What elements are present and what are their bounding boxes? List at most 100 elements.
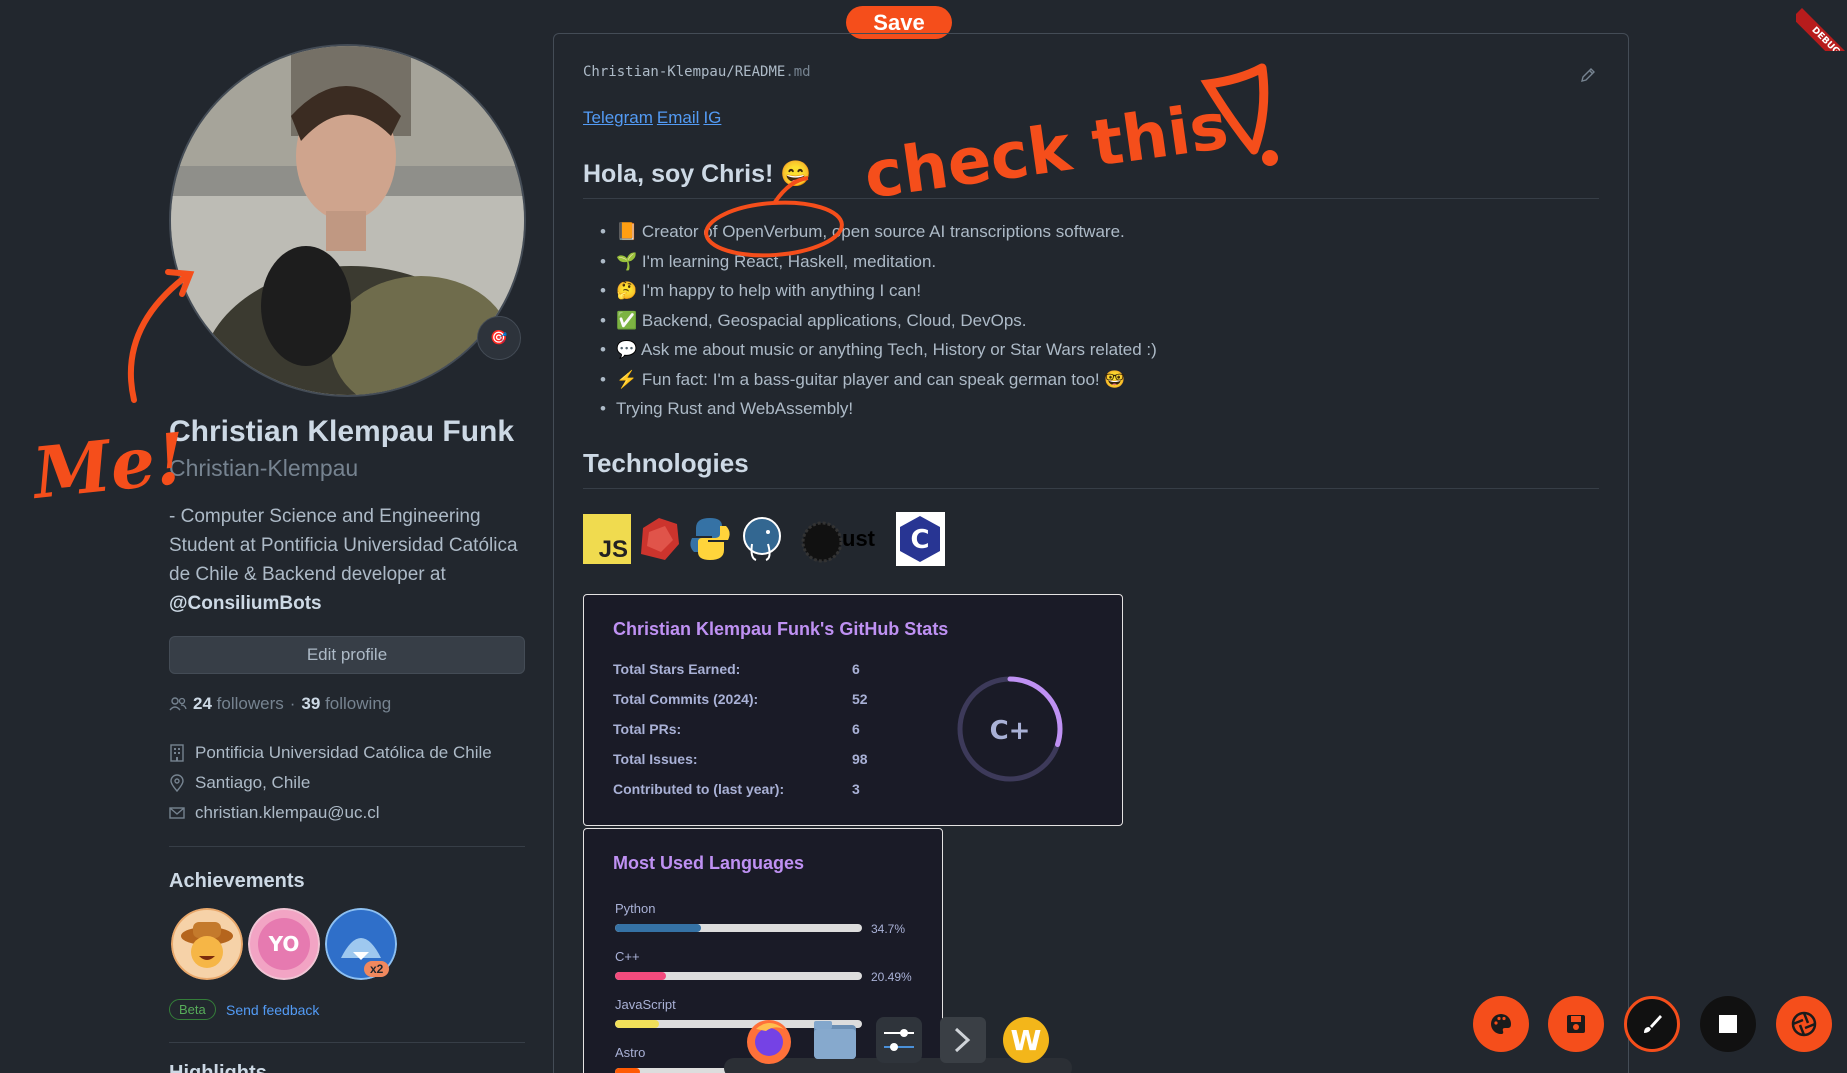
divider	[169, 846, 525, 847]
pencil-icon[interactable]	[1580, 67, 1596, 83]
language-name: JavaScript	[615, 997, 676, 1012]
language-bar	[615, 924, 862, 932]
heading-divider	[583, 198, 1599, 199]
location-text: Santiago, Chile	[195, 773, 311, 792]
language-bar-fill	[615, 1068, 640, 1073]
beta-badge: Beta	[169, 999, 216, 1020]
language-percent: 20.49%	[871, 970, 912, 984]
target-icon: 🎯	[490, 330, 508, 346]
people-icon	[169, 697, 187, 711]
language-bar	[615, 972, 862, 980]
status-badge[interactable]: 🎯	[477, 316, 521, 360]
save-icon	[1567, 1015, 1585, 1033]
list-item: 💬 Ask me about music or anything Tech, H…	[600, 337, 1157, 367]
github-stats-card: Christian Klempau Funk's GitHub Stats To…	[583, 594, 1123, 826]
stat-label: Total Stars Earned:	[613, 661, 741, 677]
languages-title: Most Used Languages	[613, 853, 805, 873]
readme-owner-link[interactable]: Christian-Klempau	[583, 64, 726, 80]
language-name: Astro	[615, 1045, 646, 1060]
email-link[interactable]: christian.klempau@uc.cl	[195, 803, 380, 823]
list-item: 📙 Creator of OpenVerbum, open source AI …	[600, 219, 1157, 249]
w-app-icon[interactable]: W	[1001, 1015, 1051, 1065]
stat-label: Total Commits (2024):	[613, 691, 759, 707]
profile-username: Christian-Klempau	[169, 455, 359, 481]
rust-logo-icon[interactable]: ust	[800, 514, 882, 564]
ruby-logo-icon[interactable]	[635, 514, 683, 564]
stat-value: 6	[852, 661, 860, 677]
email-row: christian.klempau@uc.cl	[169, 803, 380, 823]
profile-bio: - Computer Science and Engineering Stude…	[169, 502, 527, 618]
brush-button[interactable]	[1624, 996, 1680, 1052]
stop-icon	[1719, 1015, 1737, 1033]
achievement-multiplier: x2	[364, 961, 390, 977]
list-item: Trying Rust and WebAssembly!	[600, 396, 1157, 426]
debug-ribbon: DEBUG	[1796, 0, 1847, 51]
list-item: 🤔 I'm happy to help with anything I can!	[600, 278, 1157, 308]
grade-text: C+	[990, 716, 1031, 746]
organization-text: Pontificia Universidad Católica de Chile	[195, 743, 492, 762]
firefox-icon[interactable]	[744, 1015, 794, 1065]
telegram-link[interactable]: Telegram	[583, 108, 653, 127]
avatar[interactable]	[169, 44, 526, 397]
stop-button[interactable]	[1700, 996, 1756, 1052]
readme-path: Christian-Klempau/README.md	[583, 64, 811, 80]
stat-value: 98	[852, 751, 868, 767]
svg-text:C: C	[910, 525, 929, 555]
follow-counts: 24 followers · 39 following	[169, 694, 391, 714]
language-name: Python	[615, 901, 656, 916]
grade-ring: C+	[957, 676, 1063, 782]
building-icon	[170, 744, 184, 762]
readme-bullet-list: 📙 Creator of OpenVerbum, open source AI …	[600, 219, 1157, 426]
send-feedback-link[interactable]: Send feedback	[226, 1002, 319, 1018]
language-name: C++	[615, 949, 640, 964]
stats-title: Christian Klempau Funk's GitHub Stats	[613, 619, 949, 639]
highlights-title: Highlights	[169, 1062, 267, 1073]
following-link[interactable]: 39 following	[301, 694, 391, 714]
achievement-yolo-icon[interactable]: YO	[248, 908, 320, 980]
edit-profile-button[interactable]: Edit profile	[169, 636, 525, 674]
annotation-me-text: Me!	[27, 416, 190, 515]
c-logo-icon[interactable]: C	[896, 512, 945, 566]
stat-label: Total Issues:	[613, 751, 698, 767]
list-item: 🌱 I'm learning React, Haskell, meditatio…	[600, 249, 1157, 279]
javascript-logo-icon[interactable]: JS	[583, 514, 631, 564]
ig-link[interactable]: IG	[703, 108, 721, 127]
profile-full-name: Christian Klempau Funk	[169, 415, 515, 448]
stat-value: 3	[852, 781, 860, 797]
achievement-cowboy-icon[interactable]	[171, 908, 243, 980]
stat-value: 6	[852, 721, 860, 737]
shutter-button[interactable]	[1776, 996, 1832, 1052]
stat-label: Total PRs:	[613, 721, 682, 737]
language-bar-fill	[615, 1020, 660, 1028]
achievements-title: Achievements	[169, 870, 305, 892]
language-bar-fill	[615, 924, 701, 932]
followers-link[interactable]: 24 followers	[193, 694, 284, 714]
shutter-icon	[1791, 1011, 1817, 1037]
email-readme-link[interactable]: Email	[657, 108, 700, 127]
readme-heading: Hola, soy Chris! 😄	[583, 160, 812, 188]
stat-label: Contributed to (last year):	[613, 781, 785, 797]
python-logo-icon[interactable]	[686, 514, 734, 564]
save-tool-button[interactable]	[1548, 996, 1604, 1052]
terminal-icon[interactable]	[938, 1015, 988, 1065]
settings-icon[interactable]	[874, 1015, 924, 1065]
list-item: ⚡ Fun fact: I'm a bass-guitar player and…	[600, 367, 1157, 397]
avatar-photo	[171, 46, 524, 395]
bio-org-link[interactable]: @ConsiliumBots	[169, 593, 322, 614]
annotation-arrow	[127, 275, 187, 403]
heading-divider	[583, 488, 1599, 489]
follow-separator: ·	[289, 694, 296, 713]
files-icon[interactable]	[810, 1015, 860, 1065]
stat-value: 52	[852, 691, 868, 707]
list-item: ✅ Backend, Geospacial applications, Clou…	[600, 308, 1157, 338]
svg-text:YO: YO	[268, 932, 300, 956]
palette-button[interactable]	[1473, 996, 1529, 1052]
divider	[169, 1042, 525, 1043]
bio-text: - Computer Science and Engineering Stude…	[169, 506, 518, 585]
location-icon	[170, 774, 184, 792]
postgresql-logo-icon[interactable]	[738, 514, 786, 564]
path-separator: /	[726, 64, 735, 80]
location-row: Santiago, Chile	[169, 773, 310, 793]
language-bar-fill	[615, 972, 666, 980]
palette-icon	[1491, 1014, 1511, 1034]
